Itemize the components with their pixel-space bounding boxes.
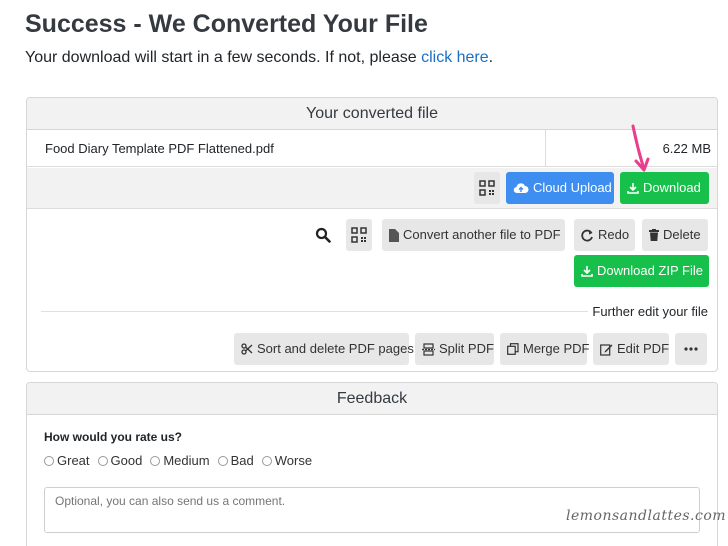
download-zip-button[interactable]: Download ZIP File [574, 255, 709, 287]
cloud-upload-label: Cloud Upload [533, 180, 612, 195]
ellipsis-icon [684, 347, 698, 351]
download-notice-text: Your download will start in a few second… [25, 49, 422, 66]
rating-option-great[interactable]: Great [44, 453, 90, 468]
watermark: lemonsandlattes.com [566, 508, 727, 524]
split-icon [422, 342, 435, 356]
converted-file-card: Your converted file Food Diary Template … [26, 97, 718, 372]
sort-delete-pages-button[interactable]: Sort and delete PDF pages [234, 333, 414, 365]
qr-code-button-2[interactable] [346, 219, 372, 251]
download-zip-label: Download ZIP File [597, 263, 703, 278]
further-edit-label: Further edit your file [588, 304, 708, 319]
edit-pdf-label: Edit PDF [617, 341, 670, 356]
rating-option-label: Good [110, 453, 143, 468]
page-title: Success - We Converted Your File [25, 10, 428, 38]
file-row-divider [545, 130, 546, 167]
trash-icon [649, 229, 659, 241]
pink-arrow-icon [631, 124, 650, 172]
rate-question: How would you rate us? [44, 430, 183, 444]
search-icon [315, 227, 331, 243]
radio-icon[interactable] [261, 455, 272, 466]
sort-delete-pages-label: Sort and delete PDF pages [257, 341, 414, 356]
rating-option-label: Medium [163, 453, 210, 468]
cloud-upload-button[interactable]: Cloud Upload [506, 172, 614, 204]
radio-icon[interactable] [217, 455, 228, 466]
split-pdf-label: Split PDF [439, 341, 494, 356]
rating-option-worse[interactable]: Worse [261, 453, 313, 468]
edit-pdf-button[interactable]: Edit PDF [593, 333, 669, 365]
more-tools-button[interactable] [675, 333, 707, 365]
download-icon [627, 182, 639, 194]
rating-options: Great Good Medium Bad Worse [44, 453, 312, 468]
download-button[interactable]: Download [620, 172, 709, 204]
file-name: Food Diary Template PDF Flattened.pdf [45, 141, 274, 156]
rating-option-bad[interactable]: Bad [217, 453, 254, 468]
merge-pdf-label: Merge PDF [523, 341, 590, 356]
rating-option-medium[interactable]: Medium [150, 453, 210, 468]
download-notice: Your download will start in a few second… [25, 49, 493, 67]
rating-option-label: Great [57, 453, 90, 468]
qr-code-icon [351, 227, 367, 243]
rating-option-label: Worse [274, 453, 313, 468]
file-size: 6.22 MB [662, 141, 711, 156]
preview-button[interactable] [310, 219, 336, 251]
convert-another-button[interactable]: Convert another file to PDF [382, 219, 565, 251]
copy-icon [507, 343, 519, 355]
download-label: Download [643, 180, 701, 195]
redo-icon [581, 229, 594, 242]
split-pdf-button[interactable]: Split PDF [415, 333, 494, 365]
file-row: Food Diary Template PDF Flattened.pdf 6.… [27, 130, 717, 167]
rating-option-label: Bad [230, 453, 254, 468]
radio-icon[interactable] [97, 455, 108, 466]
edit-icon [600, 343, 613, 356]
file-icon [389, 228, 399, 242]
redo-button[interactable]: Redo [574, 219, 635, 251]
download-notice-suffix: . [488, 49, 494, 66]
delete-label: Delete [663, 227, 701, 242]
radio-icon[interactable] [44, 455, 54, 466]
feedback-card-title: Feedback [27, 383, 717, 415]
download-bar: Cloud Upload Download [27, 168, 717, 209]
qr-code-icon [479, 180, 495, 196]
convert-another-label: Convert another file to PDF [403, 227, 561, 242]
converted-file-card-title: Your converted file [27, 98, 717, 130]
rating-option-good[interactable]: Good [97, 453, 143, 468]
delete-button[interactable]: Delete [642, 219, 708, 251]
merge-pdf-button[interactable]: Merge PDF [500, 333, 590, 365]
download-icon [581, 265, 593, 277]
redo-label: Redo [598, 227, 630, 242]
radio-icon[interactable] [150, 455, 161, 466]
cloud-upload-icon [513, 181, 529, 195]
qr-code-button[interactable] [474, 172, 500, 204]
click-here-link[interactable]: click here [421, 49, 489, 66]
scissors-icon [241, 343, 253, 355]
